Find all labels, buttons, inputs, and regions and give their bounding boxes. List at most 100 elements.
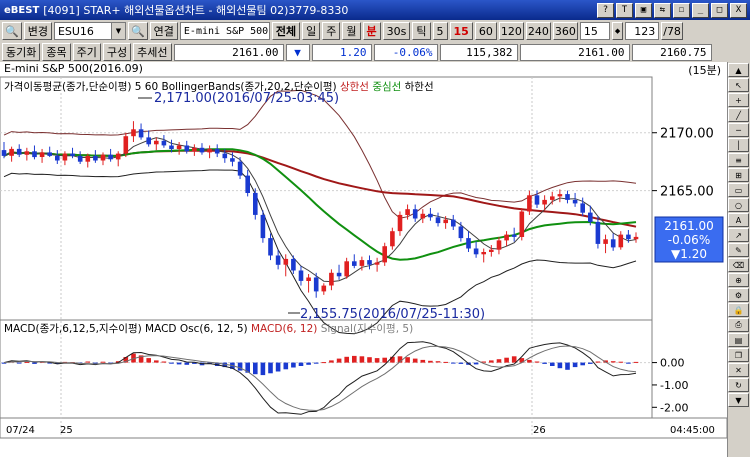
candle-body-78 bbox=[595, 221, 601, 244]
minute-240[interactable]: 240 bbox=[525, 22, 551, 40]
toolbar-main: 🔍 변경 ESU16 ▼ 🔍 연결 E-mini S&P 500 전체 일 주 … bbox=[0, 20, 750, 42]
minimize-button[interactable]: _ bbox=[692, 2, 709, 18]
spin-icon[interactable]: ◆ bbox=[611, 22, 624, 40]
candle-body-20 bbox=[154, 140, 159, 145]
candle-body-56 bbox=[428, 213, 433, 218]
candle-body-15 bbox=[115, 153, 121, 160]
minute-5[interactable]: 5 bbox=[432, 22, 448, 40]
candle-body-35 bbox=[268, 238, 273, 256]
tool-zoom-icon[interactable]: ⊕ bbox=[728, 273, 749, 287]
macd-bar-39 bbox=[298, 362, 304, 366]
tool-lock-icon[interactable]: 🔒 bbox=[728, 303, 749, 317]
candle-body-50 bbox=[382, 246, 387, 263]
tool-circle-icon[interactable]: ○ bbox=[728, 198, 749, 212]
period-30s[interactable]: 30s bbox=[382, 22, 411, 40]
period-month[interactable]: 월 bbox=[342, 22, 361, 40]
candle-body-73 bbox=[557, 194, 563, 197]
macd-bar-48 bbox=[367, 357, 372, 363]
text-button[interactable]: T bbox=[616, 2, 633, 18]
macd-bar-42 bbox=[321, 362, 327, 364]
connect-button[interactable]: 연결 bbox=[149, 22, 178, 40]
tool-delete-icon[interactable]: ✕ bbox=[728, 363, 749, 377]
search-icon-2[interactable]: 🔍 bbox=[127, 22, 148, 40]
macd-bar-19 bbox=[146, 358, 151, 363]
macd-bar-11 bbox=[85, 361, 91, 363]
candle-body-48 bbox=[367, 260, 372, 265]
tool-hline-icon[interactable]: ─ bbox=[728, 123, 749, 137]
trend-button[interactable]: 추세선 bbox=[133, 43, 172, 61]
period-minute[interactable]: 분 bbox=[362, 22, 381, 40]
macd-bar-74 bbox=[565, 362, 570, 370]
help-button[interactable]: ? bbox=[597, 2, 614, 18]
candle-body-6 bbox=[47, 152, 52, 156]
candle-body-53 bbox=[405, 209, 410, 215]
price-tick-label-1: 2165.00 bbox=[660, 185, 714, 200]
minute-60[interactable]: 60 bbox=[474, 22, 497, 40]
macd-bar-33 bbox=[253, 362, 258, 375]
candle-body-42 bbox=[321, 285, 327, 292]
close-button[interactable]: X bbox=[730, 2, 747, 18]
tool-cursor-icon[interactable]: ↖ bbox=[728, 78, 749, 92]
tool-rect-icon[interactable]: ▭ bbox=[728, 183, 749, 197]
period-week[interactable]: 주 bbox=[322, 22, 341, 40]
minute-15[interactable]: 15 bbox=[449, 22, 473, 40]
count-input[interactable]: 123 bbox=[625, 22, 660, 40]
macd-bar-2 bbox=[16, 362, 22, 364]
search-icon[interactable]: 🔍 bbox=[2, 22, 22, 40]
chart-area[interactable]: E-mini S&P 500(2016.09) (15분) 2170.00 216… bbox=[0, 62, 750, 457]
macd-bar-44 bbox=[336, 358, 342, 363]
layout-button[interactable]: 구성 bbox=[102, 43, 132, 61]
bid-price: 2160.75 bbox=[631, 43, 712, 61]
macd-bar-53 bbox=[405, 357, 410, 363]
tool-settings-icon[interactable]: ⚙ bbox=[728, 288, 749, 302]
tool-channel-icon[interactable]: ≡ bbox=[728, 153, 749, 167]
period-day[interactable]: 일 bbox=[302, 22, 321, 40]
scroll-up-icon[interactable]: ▲ bbox=[728, 63, 749, 77]
tool-vline-icon[interactable]: │ bbox=[728, 138, 749, 152]
minute-120[interactable]: 120 bbox=[498, 22, 524, 40]
tool-refresh-icon[interactable]: ↻ bbox=[728, 378, 749, 392]
items-button[interactable]: 종목 bbox=[42, 43, 71, 61]
tool-cross-icon[interactable]: + bbox=[728, 93, 749, 107]
macd-bar-67 bbox=[511, 356, 517, 363]
app-logo: eBEST bbox=[4, 4, 40, 16]
view-all-button[interactable]: 전체 bbox=[271, 22, 301, 40]
checkbox-button[interactable]: ☐ bbox=[673, 2, 690, 18]
candle-body-64 bbox=[489, 249, 494, 252]
candle-body-45 bbox=[344, 261, 349, 277]
tool-copy-icon[interactable]: ❐ bbox=[728, 348, 749, 362]
tool-text-icon[interactable]: A bbox=[728, 213, 749, 227]
period-button[interactable]: 주기 bbox=[72, 43, 101, 61]
period-tick[interactable]: 틱 bbox=[412, 22, 431, 40]
candle-body-62 bbox=[473, 248, 479, 255]
macd-bar-45 bbox=[344, 356, 349, 363]
scroll-down-icon[interactable]: ▼ bbox=[728, 393, 749, 407]
link-button[interactable]: ⇆ bbox=[654, 2, 671, 18]
toolbar-secondary: 동기화 종목 주기 구성 추세선 2161.00 ▼ 1.20 -0.06% 1… bbox=[0, 42, 750, 62]
tool-arrow-icon[interactable]: ↗ bbox=[728, 228, 749, 242]
tool-eraser-icon[interactable]: ⌫ bbox=[728, 258, 749, 272]
macd-bar-81 bbox=[618, 361, 624, 363]
macd-bar-31 bbox=[237, 362, 243, 371]
macd-bar-75 bbox=[572, 362, 578, 368]
maximize-button[interactable]: □ bbox=[711, 2, 728, 18]
date-label-3: 26 bbox=[533, 425, 546, 436]
macd-bar-56 bbox=[428, 360, 433, 363]
sync-button[interactable]: 동기화 bbox=[2, 43, 41, 61]
candle-body-60 bbox=[458, 226, 464, 239]
candle-body-3 bbox=[24, 151, 30, 155]
macd-legend-osc: MACD Osc(6, 12, 5) bbox=[145, 323, 248, 335]
change-button[interactable]: 변경 bbox=[23, 22, 52, 40]
candle-body-55 bbox=[420, 213, 426, 219]
price-chart[interactable]: 2170.00 2165.00 0.00 -1.00 -2.00 가격이동평균(종가,단… bbox=[0, 62, 727, 457]
tool-fib-icon[interactable]: ⊞ bbox=[728, 168, 749, 182]
candle-body-34 bbox=[260, 214, 266, 239]
panel-button[interactable]: ▣ bbox=[635, 2, 652, 18]
symbol-select[interactable]: ESU16 ▼ bbox=[53, 22, 126, 40]
tool-line-icon[interactable]: ╱ bbox=[728, 108, 749, 122]
interval-input[interactable]: 15 bbox=[579, 22, 610, 40]
tool-save-icon[interactable]: ▤ bbox=[728, 333, 749, 347]
tool-print-icon[interactable]: ⎙ bbox=[728, 318, 749, 332]
minute-360[interactable]: 360 bbox=[552, 22, 578, 40]
tool-pen-icon[interactable]: ✎ bbox=[728, 243, 749, 257]
